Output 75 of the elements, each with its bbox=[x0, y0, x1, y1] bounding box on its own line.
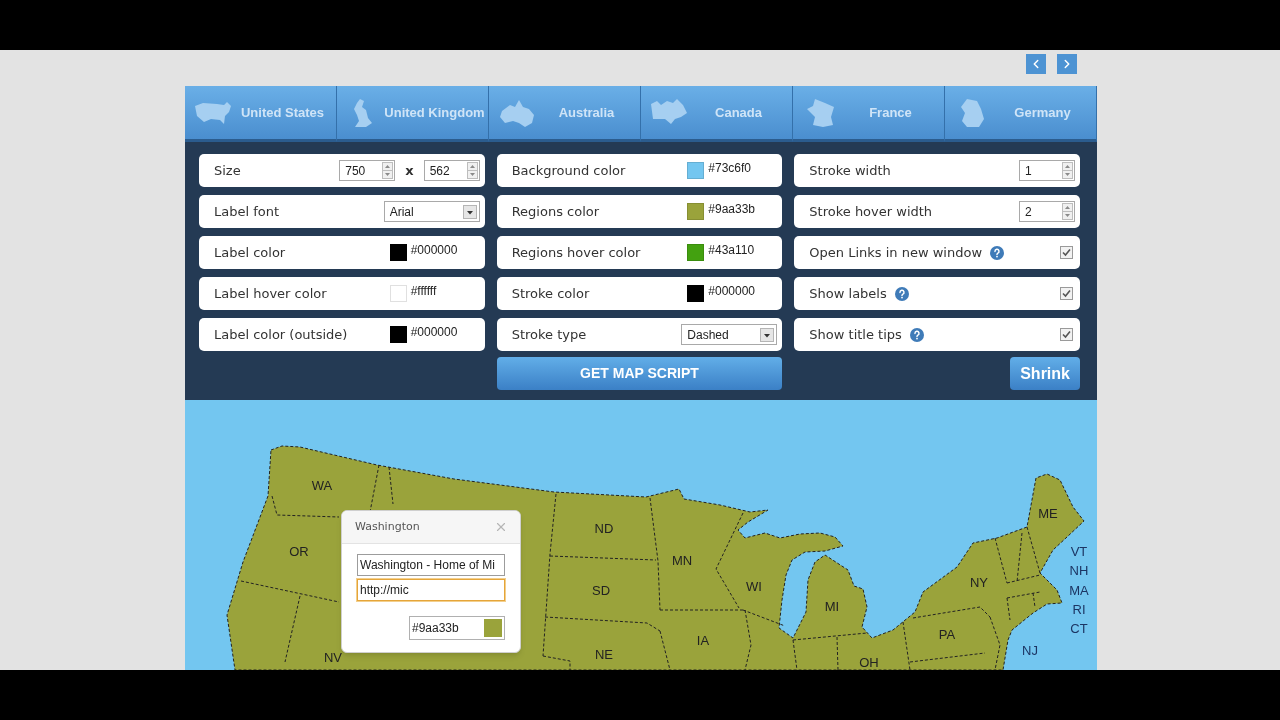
previous-button[interactable] bbox=[1026, 54, 1046, 74]
color-input[interactable]: #9aa33b bbox=[409, 616, 505, 640]
next-button[interactable] bbox=[1057, 54, 1077, 74]
state-label: NE bbox=[594, 646, 614, 662]
text-input[interactable]: http://mic bbox=[357, 579, 505, 601]
setting-label: Label hover color bbox=[214, 284, 327, 303]
state-label: CT bbox=[1070, 620, 1088, 636]
setting-label: Background color bbox=[511, 161, 626, 180]
stepper-icon[interactable] bbox=[1062, 162, 1073, 179]
setting-label: Stroke hover width bbox=[809, 202, 933, 221]
color-swatch[interactable] bbox=[389, 326, 407, 343]
color-hex-value: #43a110 bbox=[708, 244, 755, 256]
state-label: IA bbox=[696, 632, 710, 648]
stepper-icon[interactable] bbox=[466, 162, 478, 179]
checkbox[interactable] bbox=[1060, 246, 1073, 259]
color-swatch[interactable] bbox=[687, 244, 705, 261]
state-label: RI bbox=[1072, 601, 1086, 617]
setting-label: Show title tips bbox=[809, 325, 902, 344]
help-icon[interactable] bbox=[894, 286, 909, 301]
setting-label: Stroke color bbox=[511, 284, 590, 303]
setting-label: Regions hover color bbox=[511, 243, 641, 262]
state-label: ND bbox=[594, 520, 614, 536]
help-icon[interactable] bbox=[909, 327, 924, 342]
state-label: VT bbox=[1070, 543, 1088, 559]
color-swatch[interactable] bbox=[484, 619, 502, 637]
color-hex-value: #000000 bbox=[410, 326, 458, 338]
color-hex-value: #000000 bbox=[410, 244, 458, 256]
color-swatch[interactable] bbox=[389, 244, 407, 261]
setting-label: Stroke type bbox=[511, 325, 587, 344]
stepper-icon[interactable] bbox=[382, 162, 394, 179]
state-label: MN bbox=[671, 552, 693, 568]
state-label: NJ bbox=[1022, 642, 1038, 658]
times-sign: x bbox=[405, 161, 414, 180]
help-icon[interactable] bbox=[990, 245, 1005, 260]
state-label: NV bbox=[323, 649, 343, 665]
stepper-icon[interactable] bbox=[1062, 203, 1073, 220]
color-hex-value: #000000 bbox=[708, 285, 756, 297]
state-label: WI bbox=[746, 578, 762, 594]
dropdown-select[interactable]: Dashed bbox=[681, 324, 778, 345]
number-input[interactable]: 1 bbox=[1019, 160, 1075, 181]
setting-label: Size bbox=[214, 161, 241, 180]
color-hex-value: #9aa33b bbox=[708, 203, 756, 215]
state-label: MI bbox=[824, 598, 840, 614]
state-label: NY bbox=[969, 574, 989, 590]
color-swatch[interactable] bbox=[389, 285, 407, 302]
color-hex-value: #ffffff bbox=[410, 285, 437, 297]
state-label: PA bbox=[938, 626, 956, 642]
country-silhouette-icon bbox=[651, 98, 687, 127]
number-input[interactable]: 562 bbox=[423, 160, 480, 181]
setting-label: Show labels bbox=[809, 284, 887, 303]
state-label: SD bbox=[591, 582, 611, 598]
setting-label: Label color (outside) bbox=[214, 325, 348, 344]
country-silhouette-icon bbox=[499, 98, 535, 127]
popup-title: Washington bbox=[355, 518, 420, 535]
checkbox[interactable] bbox=[1060, 287, 1073, 300]
setting-label: Stroke width bbox=[809, 161, 891, 180]
color-swatch[interactable] bbox=[687, 162, 705, 179]
state-label: ME bbox=[1038, 505, 1058, 521]
dropdown-select[interactable]: Arial bbox=[383, 201, 480, 222]
number-input[interactable]: 2 bbox=[1019, 201, 1075, 222]
setting-label: Open Links in new window bbox=[809, 243, 983, 262]
state-label: OH bbox=[859, 654, 879, 670]
number-input[interactable]: 750 bbox=[339, 160, 396, 181]
setting-label: Label color bbox=[214, 243, 286, 262]
state-label: WA bbox=[311, 477, 333, 493]
state-label: OR bbox=[289, 543, 309, 559]
state-label: MA bbox=[1069, 582, 1089, 598]
color-swatch[interactable] bbox=[687, 285, 705, 302]
color-swatch[interactable] bbox=[687, 203, 705, 220]
setting-label: Label font bbox=[214, 202, 280, 221]
text-input[interactable]: Washington - Home of Mi bbox=[357, 554, 505, 576]
state-label: NH bbox=[1069, 562, 1089, 578]
color-hex-value: #73c6f0 bbox=[708, 162, 752, 174]
checkbox[interactable] bbox=[1060, 328, 1073, 341]
setting-label: Regions color bbox=[511, 202, 600, 221]
